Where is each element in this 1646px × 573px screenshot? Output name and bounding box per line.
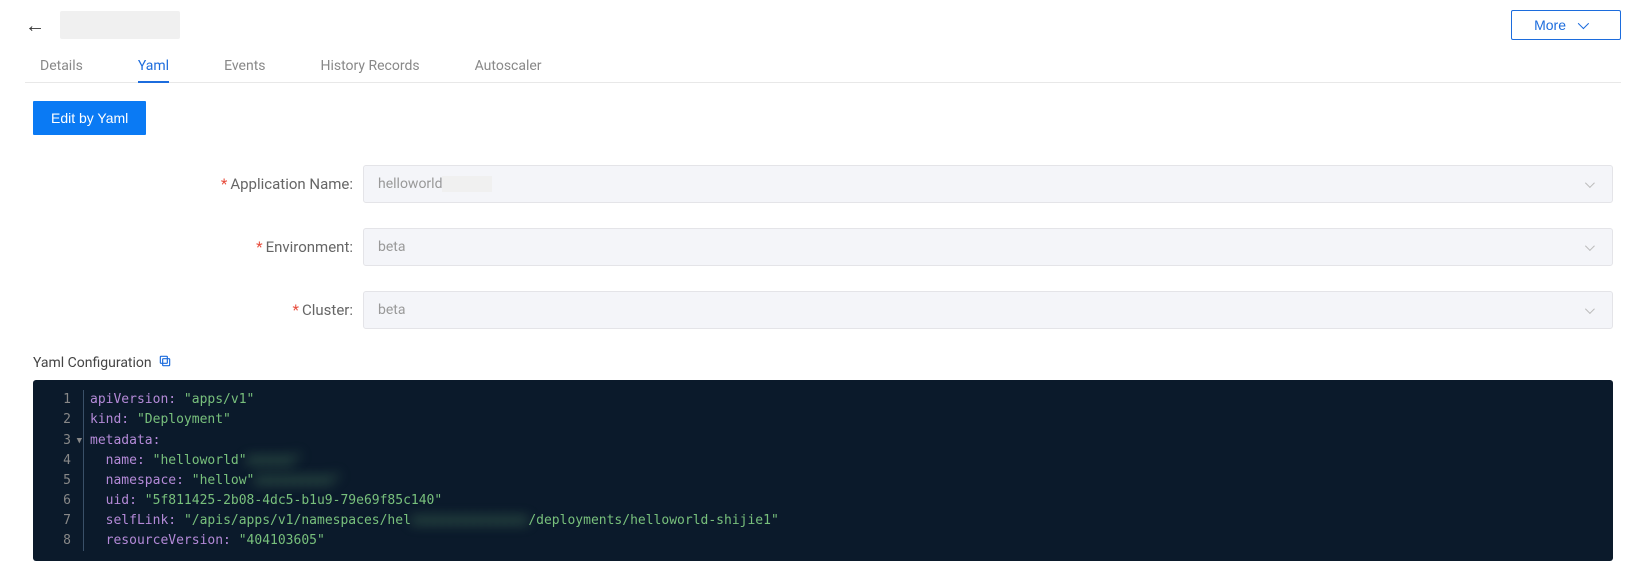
gutter-line: 8 <box>33 531 83 551</box>
yaml-editor[interactable]: 1apiVersion: "apps/v1" 2kind: "Deploymen… <box>33 380 1613 561</box>
yaml-configuration-heading: Yaml Configuration <box>33 355 152 371</box>
tabs: Details Yaml Events History Records Auto… <box>25 50 1621 83</box>
chevron-down-icon <box>1578 18 1589 29</box>
more-button-label: More <box>1534 17 1566 33</box>
fold-icon[interactable]: ▼ <box>77 435 82 449</box>
more-button[interactable]: More <box>1511 10 1621 40</box>
cluster-select[interactable]: beta <box>363 291 1613 329</box>
tab-events[interactable]: Events <box>224 50 265 82</box>
environment-label: *Environment: <box>33 238 363 256</box>
chevron-down-icon <box>1585 304 1595 314</box>
cluster-value: beta <box>378 302 405 318</box>
copy-icon[interactable] <box>158 354 172 372</box>
tab-details[interactable]: Details <box>40 50 83 82</box>
gutter-line: 2 <box>33 410 83 430</box>
environment-select[interactable]: beta <box>363 228 1613 266</box>
gutter-line: 1 <box>33 390 83 410</box>
gutter-line: 4 <box>33 451 83 471</box>
gutter-line: 7 <box>33 511 83 531</box>
gutter-line: 6 <box>33 491 83 511</box>
gutter-line: 3▼ <box>33 431 83 451</box>
tab-yaml[interactable]: Yaml <box>138 50 169 82</box>
back-arrow-icon[interactable]: ← <box>25 13 45 38</box>
tab-history-records[interactable]: History Records <box>321 50 420 82</box>
gutter-line: 5 <box>33 471 83 491</box>
page-title-redacted <box>60 11 180 39</box>
cluster-label: *Cluster: <box>33 301 363 319</box>
chevron-down-icon <box>1585 241 1595 251</box>
environment-value: beta <box>378 239 405 255</box>
application-name-label: *Application Name: <box>33 175 363 193</box>
application-name-value: helloworld <box>378 176 442 192</box>
edit-by-yaml-button[interactable]: Edit by Yaml <box>33 101 146 135</box>
redacted-text <box>442 176 492 192</box>
chevron-down-icon <box>1585 178 1595 188</box>
tab-autoscaler[interactable]: Autoscaler <box>475 50 542 82</box>
application-name-select[interactable]: helloworld <box>363 165 1613 203</box>
